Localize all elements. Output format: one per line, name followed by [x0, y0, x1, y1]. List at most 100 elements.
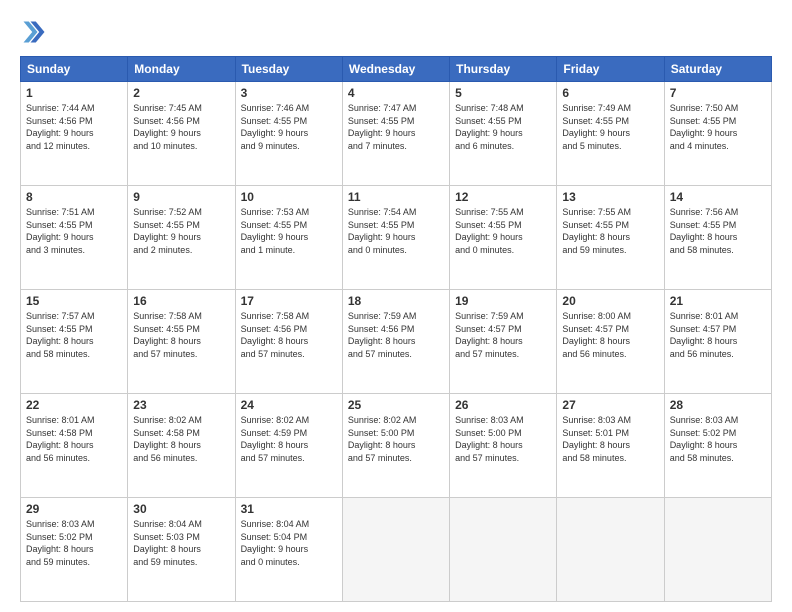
calendar-week: 29 Sunrise: 8:03 AM Sunset: 5:02 PM Dayli… [21, 498, 772, 602]
day-number: 23 [133, 398, 229, 412]
day-number: 19 [455, 294, 551, 308]
day-number: 21 [670, 294, 766, 308]
calendar-cell: 11 Sunrise: 7:54 AM Sunset: 4:55 PM Dayli… [342, 186, 449, 290]
calendar-cell: 26 Sunrise: 8:03 AM Sunset: 5:00 PM Dayli… [450, 394, 557, 498]
day-info: Sunrise: 7:44 AM Sunset: 4:56 PM Dayligh… [26, 102, 122, 152]
day-info: Sunrise: 7:54 AM Sunset: 4:55 PM Dayligh… [348, 206, 444, 256]
day-number: 20 [562, 294, 658, 308]
day-info: Sunrise: 7:45 AM Sunset: 4:56 PM Dayligh… [133, 102, 229, 152]
day-info: Sunrise: 8:01 AM Sunset: 4:58 PM Dayligh… [26, 414, 122, 464]
logo-icon [20, 18, 48, 46]
day-info: Sunrise: 8:03 AM Sunset: 5:02 PM Dayligh… [26, 518, 122, 568]
calendar-cell: 22 Sunrise: 8:01 AM Sunset: 4:58 PM Dayli… [21, 394, 128, 498]
day-number: 8 [26, 190, 122, 204]
weekday-header: Sunday [21, 57, 128, 82]
calendar-cell: 16 Sunrise: 7:58 AM Sunset: 4:55 PM Dayli… [128, 290, 235, 394]
calendar-week: 15Sunrise: 7:57 AM Sunset: 4:55 PM Dayli… [21, 290, 772, 394]
day-info: Sunrise: 8:04 AM Sunset: 5:03 PM Dayligh… [133, 518, 229, 568]
day-number: 7 [670, 86, 766, 100]
day-info: Sunrise: 7:55 AM Sunset: 4:55 PM Dayligh… [562, 206, 658, 256]
calendar-cell: 4 Sunrise: 7:47 AM Sunset: 4:55 PM Daylig… [342, 82, 449, 186]
day-info: Sunrise: 8:00 AM Sunset: 4:57 PM Dayligh… [562, 310, 658, 360]
day-number: 31 [241, 502, 337, 516]
day-number: 5 [455, 86, 551, 100]
calendar-cell: 25 Sunrise: 8:02 AM Sunset: 5:00 PM Dayli… [342, 394, 449, 498]
day-info: Sunrise: 8:02 AM Sunset: 5:00 PM Dayligh… [348, 414, 444, 464]
weekday-header: Thursday [450, 57, 557, 82]
day-number: 12 [455, 190, 551, 204]
day-number: 25 [348, 398, 444, 412]
calendar-cell: 24 Sunrise: 8:02 AM Sunset: 4:59 PM Dayli… [235, 394, 342, 498]
calendar-cell: 15Sunrise: 7:57 AM Sunset: 4:55 PM Dayli… [21, 290, 128, 394]
calendar-cell: 20 Sunrise: 8:00 AM Sunset: 4:57 PM Dayli… [557, 290, 664, 394]
calendar-cell: 5 Sunrise: 7:48 AM Sunset: 4:55 PM Daylig… [450, 82, 557, 186]
calendar-cell: 21Sunrise: 8:01 AM Sunset: 4:57 PM Dayli… [664, 290, 771, 394]
calendar-cell: 10Sunrise: 7:53 AM Sunset: 4:55 PM Dayli… [235, 186, 342, 290]
day-number: 27 [562, 398, 658, 412]
weekday-header: Monday [128, 57, 235, 82]
calendar-cell [664, 498, 771, 602]
logo [20, 18, 52, 46]
day-number: 17 [241, 294, 337, 308]
calendar-week: 8 Sunrise: 7:51 AM Sunset: 4:55 PM Daylig… [21, 186, 772, 290]
day-info: Sunrise: 8:03 AM Sunset: 5:02 PM Dayligh… [670, 414, 766, 464]
calendar-cell: 23 Sunrise: 8:02 AM Sunset: 4:58 PM Dayli… [128, 394, 235, 498]
header [20, 18, 772, 46]
calendar-body: 1 Sunrise: 7:44 AM Sunset: 4:56 PM Daylig… [21, 82, 772, 602]
day-number: 14 [670, 190, 766, 204]
weekday-row: SundayMondayTuesdayWednesdayThursdayFrid… [21, 57, 772, 82]
weekday-header: Friday [557, 57, 664, 82]
day-info: Sunrise: 8:02 AM Sunset: 4:59 PM Dayligh… [241, 414, 337, 464]
calendar-week: 22 Sunrise: 8:01 AM Sunset: 4:58 PM Dayli… [21, 394, 772, 498]
calendar-header: SundayMondayTuesdayWednesdayThursdayFrid… [21, 57, 772, 82]
day-info: Sunrise: 7:55 AM Sunset: 4:55 PM Dayligh… [455, 206, 551, 256]
day-info: Sunrise: 7:58 AM Sunset: 4:56 PM Dayligh… [241, 310, 337, 360]
day-info: Sunrise: 8:04 AM Sunset: 5:04 PM Dayligh… [241, 518, 337, 568]
calendar-cell: 3 Sunrise: 7:46 AM Sunset: 4:55 PM Daylig… [235, 82, 342, 186]
calendar-cell: 9 Sunrise: 7:52 AM Sunset: 4:55 PM Daylig… [128, 186, 235, 290]
calendar-cell: 17 Sunrise: 7:58 AM Sunset: 4:56 PM Dayli… [235, 290, 342, 394]
day-info: Sunrise: 7:58 AM Sunset: 4:55 PM Dayligh… [133, 310, 229, 360]
day-number: 28 [670, 398, 766, 412]
day-info: Sunrise: 7:56 AM Sunset: 4:55 PM Dayligh… [670, 206, 766, 256]
day-info: Sunrise: 7:51 AM Sunset: 4:55 PM Dayligh… [26, 206, 122, 256]
calendar-cell: 18 Sunrise: 7:59 AM Sunset: 4:56 PM Dayli… [342, 290, 449, 394]
calendar-cell: 13 Sunrise: 7:55 AM Sunset: 4:55 PM Dayli… [557, 186, 664, 290]
day-info: Sunrise: 7:46 AM Sunset: 4:55 PM Dayligh… [241, 102, 337, 152]
day-info: Sunrise: 7:49 AM Sunset: 4:55 PM Dayligh… [562, 102, 658, 152]
day-info: Sunrise: 7:53 AM Sunset: 4:55 PM Dayligh… [241, 206, 337, 256]
day-number: 6 [562, 86, 658, 100]
day-number: 16 [133, 294, 229, 308]
day-number: 4 [348, 86, 444, 100]
calendar-cell [450, 498, 557, 602]
calendar-cell: 27Sunrise: 8:03 AM Sunset: 5:01 PM Dayli… [557, 394, 664, 498]
day-info: Sunrise: 7:59 AM Sunset: 4:56 PM Dayligh… [348, 310, 444, 360]
day-number: 24 [241, 398, 337, 412]
day-number: 22 [26, 398, 122, 412]
day-info: Sunrise: 7:47 AM Sunset: 4:55 PM Dayligh… [348, 102, 444, 152]
calendar-cell: 14 Sunrise: 7:56 AM Sunset: 4:55 PM Dayli… [664, 186, 771, 290]
day-number: 26 [455, 398, 551, 412]
day-number: 11 [348, 190, 444, 204]
day-number: 1 [26, 86, 122, 100]
calendar-table: SundayMondayTuesdayWednesdayThursdayFrid… [20, 56, 772, 602]
day-number: 3 [241, 86, 337, 100]
day-info: Sunrise: 7:48 AM Sunset: 4:55 PM Dayligh… [455, 102, 551, 152]
day-info: Sunrise: 8:02 AM Sunset: 4:58 PM Dayligh… [133, 414, 229, 464]
calendar-week: 1 Sunrise: 7:44 AM Sunset: 4:56 PM Daylig… [21, 82, 772, 186]
day-number: 18 [348, 294, 444, 308]
day-info: Sunrise: 7:57 AM Sunset: 4:55 PM Dayligh… [26, 310, 122, 360]
calendar-cell: 12 Sunrise: 7:55 AM Sunset: 4:55 PM Dayli… [450, 186, 557, 290]
calendar-cell [557, 498, 664, 602]
day-info: Sunrise: 8:03 AM Sunset: 5:00 PM Dayligh… [455, 414, 551, 464]
day-number: 9 [133, 190, 229, 204]
calendar-cell: 1 Sunrise: 7:44 AM Sunset: 4:56 PM Daylig… [21, 82, 128, 186]
weekday-header: Wednesday [342, 57, 449, 82]
calendar-cell [342, 498, 449, 602]
calendar-cell: 31 Sunrise: 8:04 AM Sunset: 5:04 PM Dayli… [235, 498, 342, 602]
day-number: 13 [562, 190, 658, 204]
day-number: 29 [26, 502, 122, 516]
day-info: Sunrise: 7:59 AM Sunset: 4:57 PM Dayligh… [455, 310, 551, 360]
calendar-cell: 30Sunrise: 8:04 AM Sunset: 5:03 PM Dayli… [128, 498, 235, 602]
day-info: Sunrise: 7:52 AM Sunset: 4:55 PM Dayligh… [133, 206, 229, 256]
